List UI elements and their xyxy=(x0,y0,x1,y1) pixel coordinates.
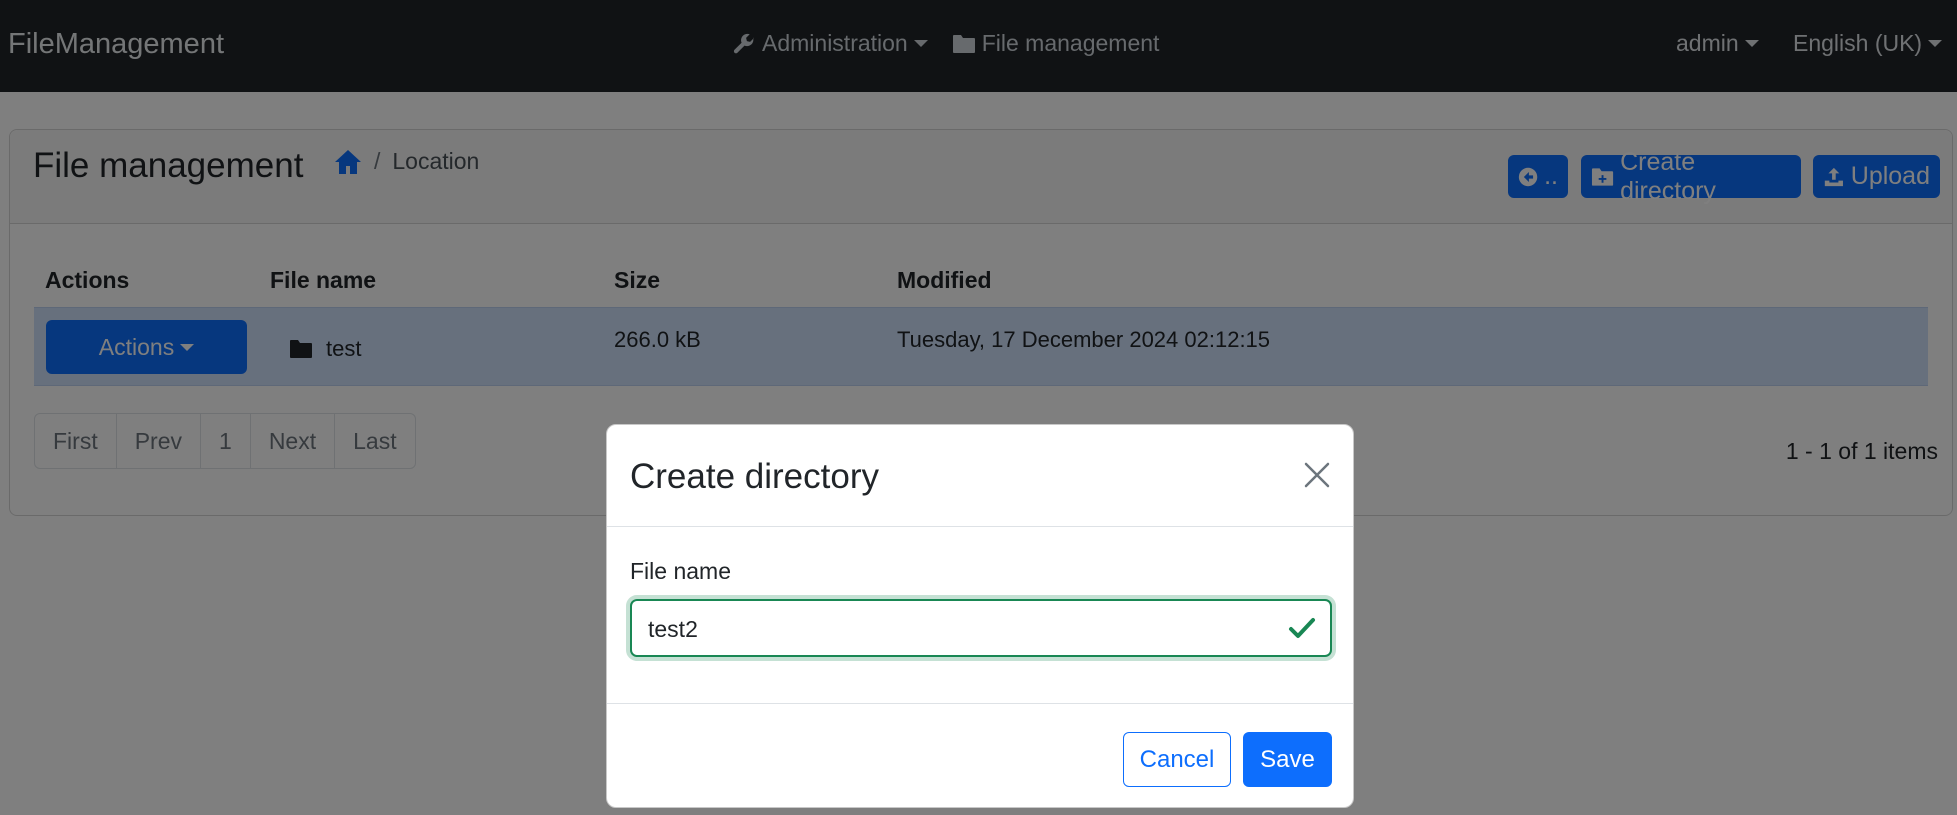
modal-title: Create directory xyxy=(630,457,879,496)
modal-footer: Cancel Save xyxy=(607,703,1353,809)
modal-header: Create directory xyxy=(607,425,1353,527)
file-name-input[interactable] xyxy=(648,611,1268,647)
cancel-button[interactable]: Cancel xyxy=(1123,732,1231,787)
save-button[interactable]: Save xyxy=(1243,732,1332,787)
file-name-field-wrapper xyxy=(630,599,1332,657)
file-name-label: File name xyxy=(630,558,731,584)
close-icon[interactable] xyxy=(1301,459,1333,491)
create-directory-modal: Create directory File name Cancel Save xyxy=(606,424,1354,808)
check-icon xyxy=(1289,618,1315,638)
